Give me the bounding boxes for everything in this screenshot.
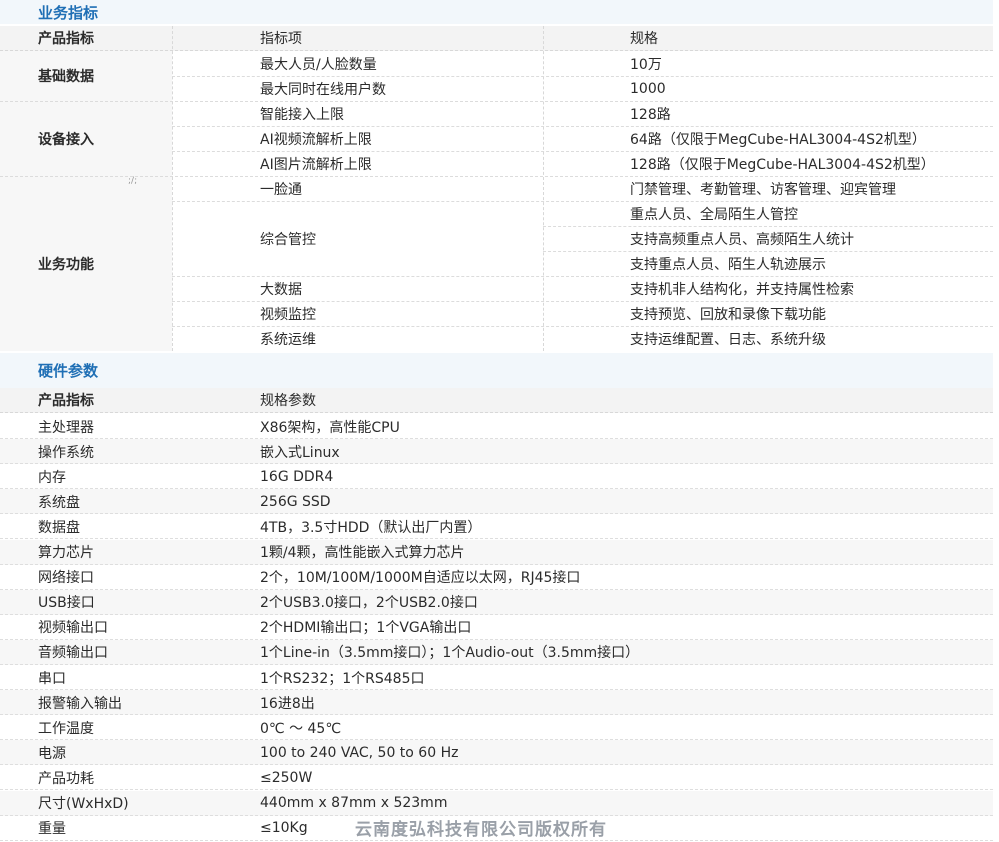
business-spec: 支持高频重点人员、高频陌生人统计	[630, 231, 854, 248]
business-row: 支持高频重点人员、高频陌生人统计	[0, 226, 993, 251]
hardware-param-name: 操作系统	[38, 444, 94, 461]
hardware-row: 主处理器 X86架构，高性能CPU	[0, 414, 993, 439]
hardware-section-title: 硬件参数	[0, 353, 993, 388]
business-row: 重点人员、全局陌生人管控	[0, 201, 993, 226]
hardware-param-name: 音频输出口	[38, 645, 108, 662]
hardware-header-product: 产品指标	[38, 393, 94, 409]
business-item: 智能接入上限	[260, 106, 344, 123]
hardware-param-value: 1颗/4颗，高性能嵌入式算力芯片	[260, 545, 465, 561]
hardware-row: 报警输入输出 16进8出	[0, 690, 993, 716]
hardware-header-spec: 规格参数	[260, 393, 316, 409]
hardware-param-name: USB接口	[38, 595, 95, 612]
hardware-param-value: 16进8出	[260, 695, 315, 712]
business-row: 智能接入上限 128路	[0, 101, 993, 126]
hardware-param-value: 440mm x 87mm x 523mm	[260, 795, 448, 811]
hardware-title-text: 硬件参数	[38, 362, 99, 380]
hardware-header-row: 产品指标 规格参数	[0, 388, 993, 413]
business-row: AI视频流解析上限 64路（仅限于MegCube-HAL3004-4S2机型）	[0, 126, 993, 151]
hardware-param-name: 工作温度	[38, 720, 94, 737]
business-spec: 门禁管理、考勤管理、访客管理、迎宾管理	[630, 181, 896, 198]
business-title-text: 业务指标	[38, 3, 99, 22]
business-item: AI视频流解析上限	[260, 131, 372, 148]
business-item: 系统运维	[260, 331, 316, 348]
hardware-row: 电源 100 to 240 VAC, 50 to 60 Hz	[0, 740, 993, 766]
hardware-row: 内存 16G DDR4	[0, 464, 993, 490]
hardware-param-value: 1个Line-in（3.5mm接口）；1个Audio-out（3.5mm接口）	[260, 645, 640, 662]
hardware-param-name: 重量	[38, 821, 66, 838]
business-spec: 10万	[630, 56, 662, 73]
hardware-param-value: 0℃ ～ 45℃	[260, 720, 342, 737]
business-spec: 64路（仅限于MegCube-HAL3004-4S2机型）	[630, 131, 926, 148]
hardware-row: 尺寸(WxHxD) 440mm x 87mm x 523mm	[0, 790, 993, 816]
hardware-param-value: 1个RS232；1个RS485口	[260, 670, 425, 687]
business-item: 大数据	[260, 281, 302, 298]
business-spec: 支持预览、回放和录像下载功能	[630, 306, 826, 323]
business-spec: 支持机非人结构化，并支持属性检索	[630, 281, 854, 298]
hardware-param-value: 100 to 240 VAC, 50 to 60 Hz	[260, 744, 459, 761]
hardware-row: 产品功耗 ≤250W	[0, 765, 993, 791]
hardware-param-value: ≤10Kg	[260, 820, 308, 837]
hardware-param-value: 嵌入式Linux	[260, 444, 340, 461]
business-item: 视频监控	[260, 306, 316, 323]
business-spec: 128路	[630, 106, 671, 123]
hardware-row: 网络接口 2个，10M/100M/1000M自适应以太网，RJ45接口	[0, 565, 993, 590]
business-header-product: 产品指标	[38, 31, 94, 47]
hardware-param-value: ≤250W	[260, 769, 313, 786]
business-header-spec: 规格	[630, 31, 658, 47]
business-row: 最大同时在线用户数 1000	[0, 76, 993, 101]
hardware-row: 算力芯片 1颗/4颗，高性能嵌入式算力芯片	[0, 539, 993, 565]
hardware-param-name: 主处理器	[38, 419, 94, 436]
hardware-param-value: X86架构，高性能CPU	[260, 419, 400, 436]
hardware-param-name: 内存	[38, 469, 66, 486]
hardware-row: 操作系统 嵌入式Linux	[0, 439, 993, 465]
hardware-row: 工作温度 0℃ ～ 45℃	[0, 715, 993, 741]
business-spec: 支持运维配置、日志、系统升级	[630, 331, 826, 348]
hardware-param-value: 16G DDR4	[260, 468, 334, 485]
hardware-param-value: 2个，10M/100M/1000M自适应以太网，RJ45接口	[260, 570, 581, 587]
hardware-param-name: 产品功耗	[38, 770, 94, 787]
business-spec: 重点人员、全局陌生人管控	[630, 206, 798, 223]
hardware-param-value: 2个HDMI输出口；1个VGA输出口	[260, 620, 472, 637]
business-row: 大数据 支持机非人结构化，并支持属性检索	[0, 276, 993, 301]
hardware-param-name: 电源	[38, 745, 66, 762]
hardware-param-name: 系统盘	[38, 494, 80, 511]
business-item: AI图片流解析上限	[260, 156, 372, 173]
business-section-title: 业务指标	[0, 0, 993, 24]
business-row: 系统运维 支持运维配置、日志、系统升级	[0, 326, 993, 351]
hardware-param-name: 网络接口	[38, 570, 94, 587]
hardware-row: 音频输出口 1个Line-in（3.5mm接口）；1个Audio-out（3.5m…	[0, 639, 993, 665]
business-spec: 支持重点人员、陌生人轨迹展示	[630, 256, 826, 273]
business-row: 最大人员/人脸数量 10万	[0, 51, 993, 76]
hardware-param-value: 4TB，3.5寸HDD（默认出厂内置）	[260, 519, 482, 536]
hardware-row: 数据盘 4TB，3.5寸HDD（默认出厂内置）	[0, 514, 993, 540]
hardware-row: 视频输出口 2个HDMI输出口；1个VGA输出口	[0, 615, 993, 640]
hardware-param-name: 尺寸(WxHxD)	[38, 796, 129, 812]
copyright-watermark: 云南度弘科技有限公司版权所有	[355, 820, 607, 840]
hardware-param-name: 数据盘	[38, 519, 80, 536]
hardware-param-name: 算力芯片	[38, 545, 94, 561]
business-item: 最大同时在线用户数	[260, 81, 386, 98]
business-spec: 1000	[630, 80, 666, 97]
hardware-param-name: 报警输入输出	[38, 695, 122, 712]
business-spec: 128路（仅限于MegCube-HAL3004-4S2机型）	[630, 156, 935, 173]
business-item: 一脸通	[260, 181, 302, 198]
business-item: 最大人员/人脸数量	[260, 56, 377, 73]
hardware-param-value: 256G SSD	[260, 493, 331, 510]
hardware-param-value: 2个USB3.0接口，2个USB2.0接口	[260, 595, 478, 612]
hardware-row: USB接口 2个USB3.0接口，2个USB2.0接口	[0, 589, 993, 615]
business-header-row: 产品指标 指标项 规格	[0, 26, 993, 51]
business-row: AI图片流解析上限 128路（仅限于MegCube-HAL3004-4S2机型）	[0, 151, 993, 176]
hardware-row: 系统盘 256G SSD	[0, 489, 993, 515]
business-row: 视频监控 支持预览、回放和录像下载功能	[0, 301, 993, 326]
hardware-param-name: 串口	[38, 670, 66, 687]
business-header-item: 指标项	[260, 31, 302, 47]
business-row: 一脸通 门禁管理、考勤管理、访客管理、迎宾管理	[0, 176, 993, 201]
hardware-row: 串口 1个RS232；1个RS485口	[0, 665, 993, 690]
hardware-param-name: 视频输出口	[38, 620, 108, 637]
business-row: 支持重点人员、陌生人轨迹展示	[0, 251, 993, 276]
